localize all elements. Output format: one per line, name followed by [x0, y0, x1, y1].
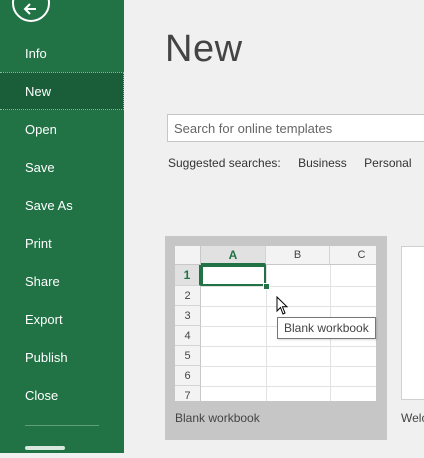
nav-open[interactable]: Open	[0, 110, 124, 148]
nav-new[interactable]: New	[0, 72, 124, 110]
back-arrow-icon	[23, 3, 36, 15]
gridline	[201, 366, 376, 367]
mouse-pointer-icon	[276, 296, 289, 315]
nav-open-label: Open	[25, 121, 57, 137]
row-header-5: 5	[175, 346, 201, 366]
nav-publish-label: Publish	[25, 349, 68, 365]
nav-export[interactable]: Export	[0, 300, 124, 338]
nav-info[interactable]: Info	[0, 34, 124, 72]
page-title: New	[165, 28, 243, 70]
nav-save-as[interactable]: Save As	[0, 186, 124, 224]
nav-close[interactable]: Close	[0, 376, 124, 414]
tooltip: Blank workbook	[277, 317, 376, 339]
column-header-b: B	[266, 246, 330, 265]
fill-handle	[263, 283, 270, 290]
nav-save-label: Save	[25, 159, 55, 175]
column-header-c: C	[330, 246, 376, 265]
gridline	[201, 386, 376, 387]
sidebar-divider	[25, 425, 99, 426]
template-caption: Blank workbook	[175, 411, 260, 425]
row-header-6: 6	[175, 366, 201, 386]
row-header-1: 1	[175, 265, 201, 286]
row-header-7: 7	[175, 386, 201, 401]
nav-share-label: Share	[25, 273, 60, 289]
row-header-2: 2	[175, 286, 201, 306]
template-welcome-preview[interactable]	[401, 246, 424, 400]
nav-info-label: Info	[25, 45, 47, 61]
suggested-link-personal[interactable]: Personal	[364, 156, 411, 170]
nav-share[interactable]: Share	[0, 262, 124, 300]
nav-save[interactable]: Save	[0, 148, 124, 186]
nav-publish[interactable]: Publish	[0, 338, 124, 376]
nav-export-label: Export	[25, 311, 63, 327]
back-button[interactable]	[12, 0, 50, 22]
gridline	[201, 286, 376, 287]
nav-new-label: New	[25, 83, 52, 99]
gridline	[201, 346, 376, 347]
nav-save-as-label: Save As	[25, 197, 73, 213]
nav-print-label: Print	[25, 235, 52, 251]
suggested-link-business[interactable]: Business	[298, 156, 347, 170]
nav-close-label: Close	[25, 387, 59, 403]
nav-print[interactable]: Print	[0, 224, 124, 262]
row-header-3: 3	[175, 306, 201, 326]
suggested-searches-label: Suggested searches:	[168, 156, 281, 170]
column-header-a: A	[201, 246, 266, 265]
suggested-searches: Suggested searches: Business Personal Fi	[168, 156, 424, 170]
backstage-sidebar: Info New Open Save Save As Print Share E…	[0, 0, 124, 453]
nav-account-partial[interactable]	[25, 446, 75, 458]
active-cell-a1	[201, 265, 266, 286]
template-search-input[interactable]	[167, 114, 424, 142]
select-all-corner	[175, 246, 201, 265]
row-header-4: 4	[175, 326, 201, 346]
template-caption: Welc	[401, 411, 424, 425]
